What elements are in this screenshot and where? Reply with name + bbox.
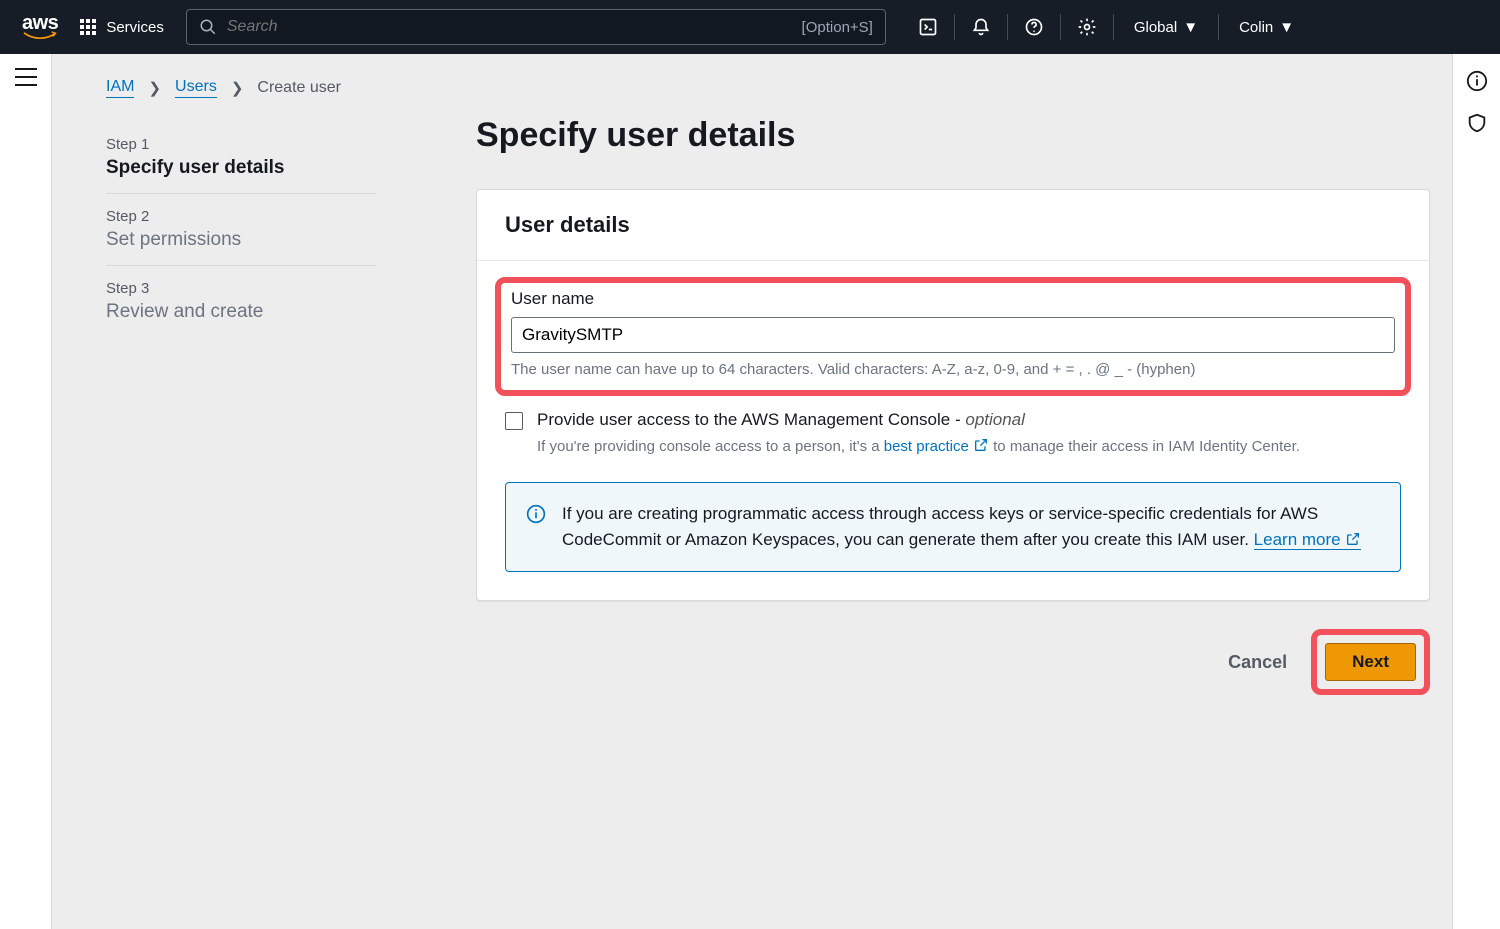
divider [954, 14, 955, 40]
right-panel [1452, 54, 1500, 929]
chevron-down-icon: ▼ [1279, 19, 1294, 36]
main-area: IAM ❯ Users ❯ Create user Step 1 Specify… [0, 54, 1500, 929]
left-panel [0, 54, 52, 929]
info-box: If you are creating programmatic access … [505, 482, 1401, 573]
info-text: If you are creating programmatic access … [562, 501, 1380, 554]
username-highlight: User name The user name can have up to 6… [495, 277, 1411, 396]
step-title: Review and create [106, 301, 376, 323]
account-menu[interactable]: Colin ▼ [1225, 19, 1308, 36]
step-1[interactable]: Step 1 Specify user details [106, 122, 376, 194]
next-button[interactable]: Next [1325, 643, 1416, 681]
step-label: Step 3 [106, 280, 376, 297]
nav-icon-group: Global ▼ Colin ▼ [908, 9, 1308, 45]
card-header: User details [477, 190, 1429, 261]
shield-icon[interactable] [1466, 112, 1488, 134]
username-input[interactable] [511, 317, 1395, 353]
help-icon[interactable] [1014, 9, 1054, 45]
wizard-steps: Step 1 Specify user details Step 2 Set p… [106, 116, 376, 695]
region-selector[interactable]: Global ▼ [1120, 19, 1212, 36]
username-label: User name [511, 289, 1395, 309]
chevron-right-icon: ❯ [231, 79, 244, 97]
user-details-card: User details User name The user name can… [476, 189, 1430, 601]
best-practice-link[interactable]: best practice [884, 438, 989, 455]
divider [1218, 14, 1219, 40]
grid-icon [80, 19, 96, 35]
step-title: Specify user details [106, 157, 376, 179]
chevron-right-icon: ❯ [148, 79, 161, 97]
console-access-hint: If you're providing console access to a … [537, 436, 1300, 458]
cloudshell-icon[interactable] [908, 9, 948, 45]
content: IAM ❯ Users ❯ Create user Step 1 Specify… [52, 54, 1500, 929]
external-link-icon [973, 437, 989, 453]
info-icon [526, 504, 546, 524]
hamburger-icon[interactable] [15, 68, 37, 86]
services-button[interactable]: Services [72, 15, 172, 40]
step-label: Step 2 [106, 208, 376, 225]
step-title: Set permissions [106, 229, 376, 251]
console-access-row: Provide user access to the AWS Managemen… [505, 410, 1401, 458]
cancel-button[interactable]: Cancel [1224, 642, 1291, 683]
region-label: Global [1134, 19, 1177, 36]
columns: Step 1 Specify user details Step 2 Set p… [106, 116, 1430, 695]
search-icon [199, 18, 217, 36]
page-title: Specify user details [476, 116, 1430, 155]
services-label: Services [106, 19, 164, 36]
breadcrumb: IAM ❯ Users ❯ Create user [106, 78, 1430, 98]
card-title: User details [505, 212, 1401, 238]
action-buttons: Cancel Next [476, 629, 1430, 695]
form-area: Specify user details User details User n… [476, 116, 1430, 695]
user-label: Colin [1239, 19, 1273, 36]
settings-icon[interactable] [1067, 9, 1107, 45]
divider [1060, 14, 1061, 40]
aws-logo[interactable]: aws [22, 13, 58, 41]
external-link-icon [1345, 531, 1361, 547]
search-input[interactable] [227, 18, 802, 36]
next-button-highlight: Next [1311, 629, 1430, 695]
breadcrumb-iam[interactable]: IAM [106, 78, 134, 98]
notification-icon[interactable] [961, 9, 1001, 45]
breadcrumb-users[interactable]: Users [175, 78, 217, 98]
card-body: User name The user name can have up to 6… [477, 261, 1429, 600]
search-bar[interactable]: [Option+S] [186, 9, 886, 45]
step-label: Step 1 [106, 136, 376, 153]
divider [1113, 14, 1114, 40]
username-hint: The user name can have up to 64 characte… [511, 361, 1395, 378]
breadcrumb-current: Create user [257, 79, 341, 97]
chevron-down-icon: ▼ [1183, 19, 1198, 36]
learn-more-link[interactable]: Learn more [1254, 530, 1362, 550]
info-panel-icon[interactable] [1466, 70, 1488, 92]
top-nav: aws Services [Option+S] [0, 0, 1500, 54]
console-access-label: Provide user access to the AWS Managemen… [537, 410, 1300, 430]
search-shortcut: [Option+S] [802, 19, 873, 36]
step-3[interactable]: Step 3 Review and create [106, 266, 376, 337]
step-2[interactable]: Step 2 Set permissions [106, 194, 376, 266]
divider [1007, 14, 1008, 40]
console-access-checkbox[interactable] [505, 412, 523, 430]
